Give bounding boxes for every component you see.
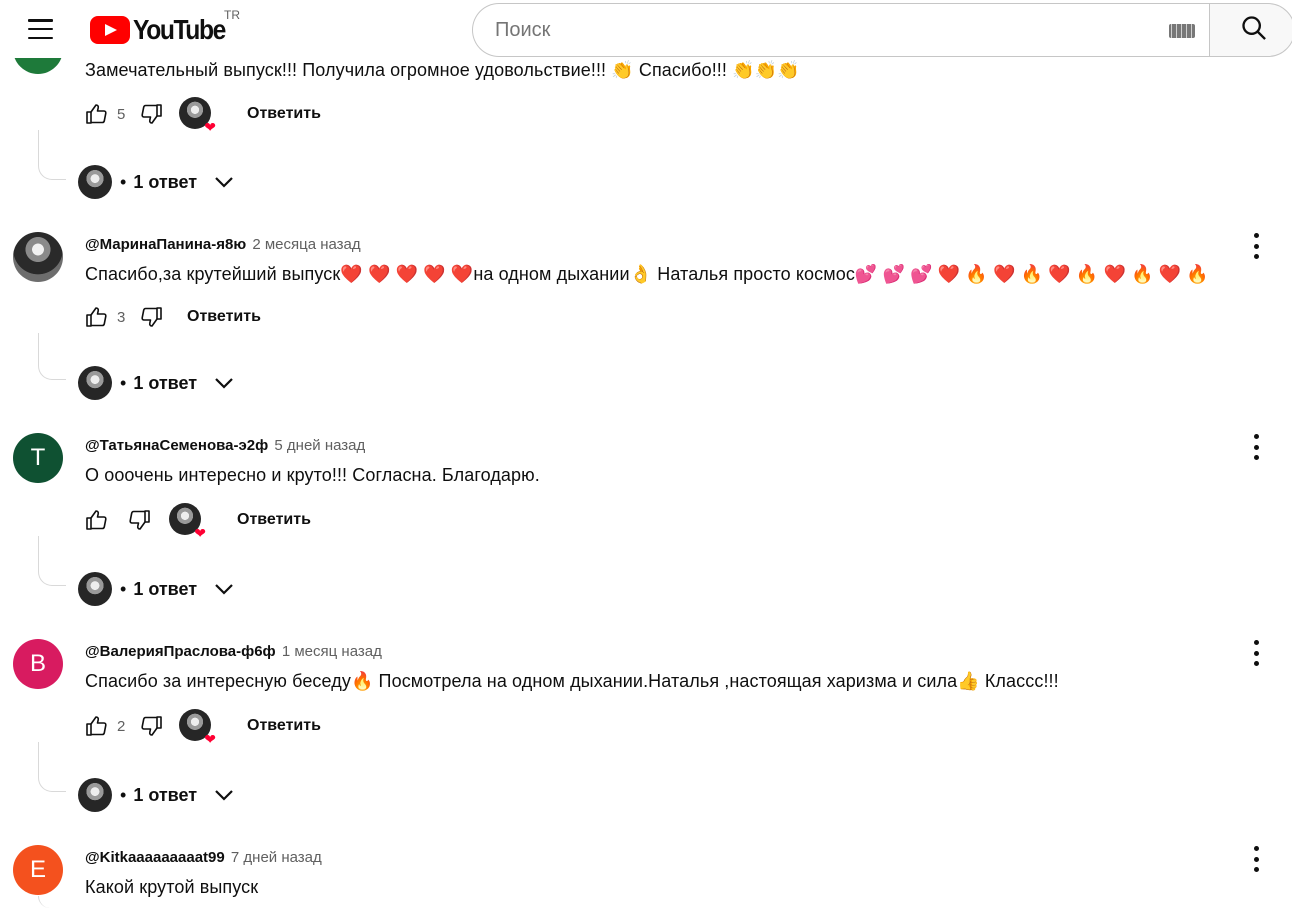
comment-actions: 3 Ответить (83, 302, 261, 332)
avatar[interactable]: Т (13, 433, 63, 483)
search-icon (1240, 14, 1268, 47)
comment-text: Спасибо за интересную беседу🔥 Посмотрела… (85, 671, 1059, 691)
creator-heart-badge: ❤ (169, 503, 206, 541)
replies-count: 1 ответ (133, 578, 198, 599)
comment-time[interactable]: 7 дней назад (231, 849, 322, 866)
reply-thread-line (38, 742, 66, 792)
chevron-down-icon (213, 578, 235, 600)
reply-button[interactable]: Ответить (187, 308, 261, 326)
avatar[interactable]: В (13, 639, 63, 689)
dislike-icon[interactable] (127, 507, 153, 533)
separator-dot: • (120, 784, 127, 805)
comment-time[interactable]: 5 дней назад (274, 437, 365, 454)
reply-thread-line (38, 896, 66, 908)
reply-button[interactable]: Ответить (247, 105, 321, 123)
reply-thread-line (38, 333, 66, 380)
view-replies-button[interactable]: • 1 ответ (78, 366, 235, 400)
dislike-icon[interactable] (139, 713, 165, 739)
replies-count: 1 ответ (133, 372, 198, 393)
chevron-down-icon (213, 784, 235, 806)
search-input[interactable] (495, 16, 1155, 44)
comment-author[interactable]: @МаринаПанина-я8ю (85, 236, 246, 253)
chevron-down-icon (213, 372, 235, 394)
reply-author-avatar (78, 778, 112, 812)
comment-time[interactable]: 1 месяц назад (282, 643, 382, 660)
comment-text: Замечательный выпуск!!! Получила огромно… (85, 60, 800, 80)
comment-header: @ТатьянаСеменова-э2ф 5 дней назад (85, 437, 365, 454)
replies-count: 1 ответ (133, 784, 198, 805)
comment-text: Спасибо,за крутейший выпуск❤️ ❤️ ❤️ ❤️ ❤… (85, 264, 1209, 284)
creator-heart-badge: ❤ (179, 709, 216, 747)
like-count: 3 (117, 308, 126, 326)
comment-header: @Kitkaaaaaaaaat99 7 дней назад (85, 849, 322, 866)
comment-text: Какой крутой выпуск (85, 877, 259, 897)
play-logo-icon (90, 16, 130, 44)
comment-author[interactable]: @ТатьянаСеменова-э2ф (85, 437, 268, 454)
comments-section: Замечательный выпуск!!! Получила огромно… (0, 0, 1292, 908)
reply-button[interactable]: Ответить (247, 717, 321, 735)
comment-actions: 5 ❤ Ответить (83, 97, 321, 135)
separator-dot: • (120, 578, 127, 599)
like-icon[interactable] (83, 304, 109, 330)
heart-icon: ❤ (204, 731, 216, 747)
heart-icon: ❤ (194, 525, 206, 541)
youtube-logo[interactable]: YouTube TR (90, 8, 240, 46)
reply-author-avatar (78, 165, 112, 199)
view-replies-button[interactable]: • 1 ответ (78, 778, 235, 812)
search-box (472, 3, 1210, 57)
keyboard-icon[interactable] (1169, 24, 1195, 38)
heart-icon: ❤ (204, 119, 216, 135)
reply-button[interactable]: Ответить (237, 511, 311, 529)
masthead: YouTube TR (0, 0, 1292, 58)
replies-count: 1 ответ (133, 171, 198, 192)
avatar[interactable]: E (13, 845, 63, 895)
country-code: TR (224, 8, 240, 22)
search-button[interactable] (1209, 3, 1292, 57)
more-actions-icon[interactable] (1246, 845, 1266, 873)
comment-author[interactable]: @ВалерияПраслова-ф6ф (85, 643, 276, 660)
reply-thread-line (38, 536, 66, 586)
like-icon[interactable] (83, 101, 109, 127)
separator-dot: • (120, 171, 127, 192)
like-icon[interactable] (83, 713, 109, 739)
reply-thread-line (38, 130, 66, 180)
view-replies-button[interactable]: • 1 ответ (78, 572, 235, 606)
avatar[interactable] (13, 232, 63, 282)
comment-actions: ❤ Ответить (83, 503, 311, 541)
creator-heart-badge: ❤ (179, 97, 216, 135)
reply-author-avatar (78, 366, 112, 400)
comment-author[interactable]: @Kitkaaaaaaaaat99 (85, 849, 225, 866)
comment-actions: 2 ❤ Ответить (83, 709, 321, 747)
chevron-down-icon (213, 171, 235, 193)
more-actions-icon[interactable] (1246, 639, 1266, 667)
comment-header: @ВалерияПраслова-ф6ф 1 месяц назад (85, 643, 382, 660)
comment-header: @МаринаПанина-я8ю 2 месяца назад (85, 236, 361, 253)
dislike-icon[interactable] (139, 101, 165, 127)
like-count: 2 (117, 717, 126, 735)
menu-icon[interactable] (28, 19, 53, 39)
separator-dot: • (120, 372, 127, 393)
comment-time[interactable]: 2 месяца назад (252, 236, 360, 253)
view-replies-button[interactable]: • 1 ответ (78, 165, 235, 199)
more-actions-icon[interactable] (1246, 433, 1266, 461)
like-icon[interactable] (83, 507, 109, 533)
more-actions-icon[interactable] (1246, 232, 1266, 260)
logo-text: YouTube (133, 14, 226, 45)
comment-text: О ооочень интересно и круто!!! Согласна.… (85, 465, 540, 485)
like-count: 5 (117, 105, 126, 123)
reply-author-avatar (78, 572, 112, 606)
dislike-icon[interactable] (139, 304, 165, 330)
